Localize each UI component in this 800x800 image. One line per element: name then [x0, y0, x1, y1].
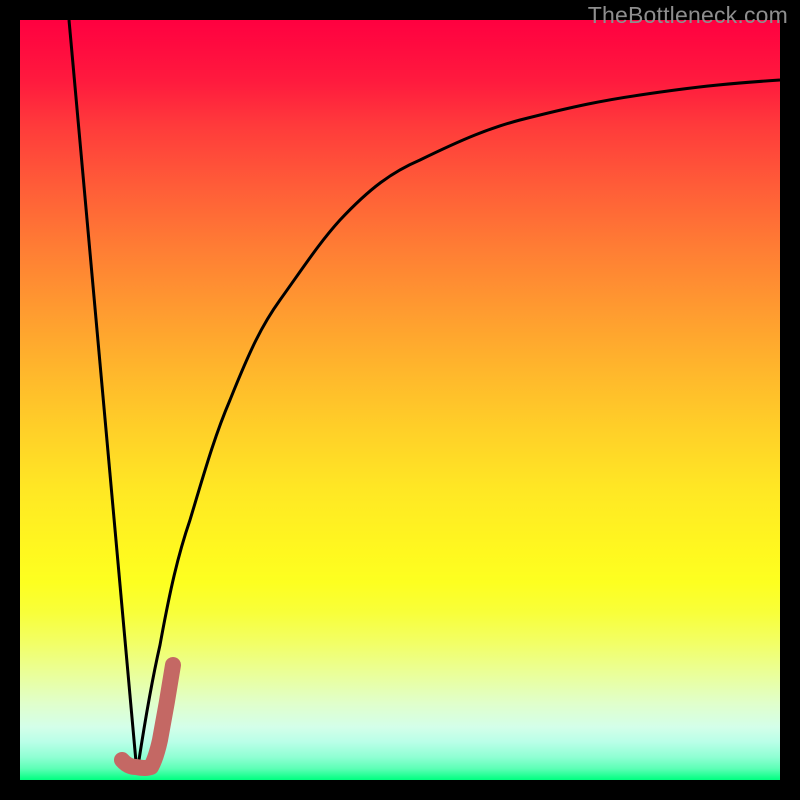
left-line	[69, 20, 137, 773]
right-curve	[137, 80, 780, 773]
plot-area	[20, 20, 780, 780]
chart-frame: TheBottleneck.com	[0, 0, 800, 800]
watermark-text: TheBottleneck.com	[588, 2, 788, 29]
curve-layer	[20, 20, 780, 780]
